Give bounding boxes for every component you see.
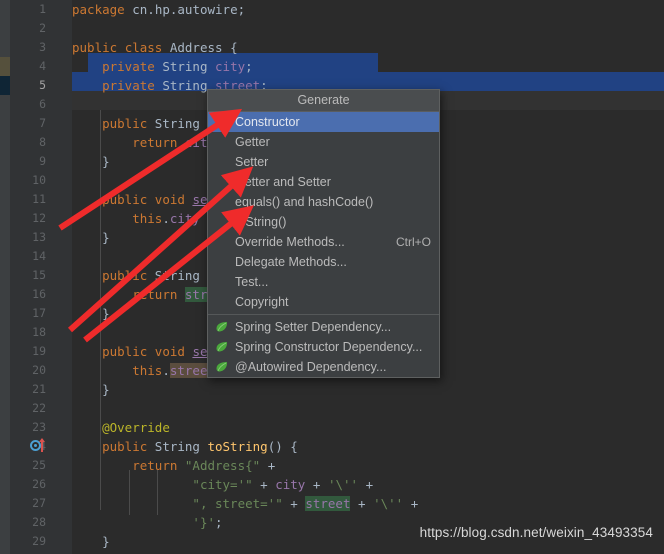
menu-item-label: equals() and hashCode() (235, 195, 374, 209)
line-number-27: 27 (32, 496, 46, 510)
menu-item-label: Constructor (235, 115, 300, 129)
menu-item-spring-constructor-dependency[interactable]: Spring Constructor Dependency... (208, 337, 439, 357)
code-line-8[interactable]: return city; (72, 133, 222, 152)
code-line-24[interactable]: public String toString() { (72, 437, 298, 456)
line-number-21: 21 (32, 382, 46, 396)
line-number-23: 23 (32, 420, 46, 434)
menu-item-setter[interactable]: Setter (208, 152, 439, 172)
menu-item-autowired-dependency[interactable]: @Autowired Dependency... (208, 357, 439, 377)
code-line-23[interactable]: @Override (72, 418, 170, 437)
menu-item-constructor[interactable]: Constructor (208, 112, 439, 132)
menu-item-label: Getter and Setter (235, 175, 331, 189)
line-number-12: 12 (32, 211, 46, 225)
menu-item-copyright[interactable]: Copyright (208, 292, 439, 312)
menu-item-label: toString() (235, 215, 287, 229)
line-number-16: 16 (32, 287, 46, 301)
menu-item-label: Getter (235, 135, 270, 149)
menu-item-getter-and-setter[interactable]: Getter and Setter (208, 172, 439, 192)
code-line-4[interactable]: private String city; (72, 57, 253, 76)
line-number-22: 22 (32, 401, 46, 415)
code-line-1[interactable]: package cn.hp.autowire; (72, 0, 245, 19)
line-number-26: 26 (32, 477, 46, 491)
line-number-9: 9 (39, 154, 46, 168)
code-line-25[interactable]: return "Address{" + (72, 456, 275, 475)
menu-item-spring-setter-dependency[interactable]: Spring Setter Dependency... (208, 317, 439, 337)
menu-item-label: Test... (235, 275, 269, 289)
code-line-9[interactable]: } (72, 152, 110, 171)
line-number-6: 6 (39, 97, 46, 111)
menu-item-label: Override Methods... (235, 235, 345, 249)
popup-title: Generate (208, 90, 439, 112)
menu-item-shortcut: Ctrl+O (395, 235, 431, 249)
menu-separator (208, 314, 439, 315)
code-line-27[interactable]: ", street='" + street + '\'' + (72, 494, 418, 513)
line-number-18: 18 (32, 325, 46, 339)
menu-item-test[interactable]: Test... (208, 272, 439, 292)
line-number-7: 7 (39, 116, 46, 130)
code-line-26[interactable]: "city='" + city + '\'' + (72, 475, 373, 494)
line-number-1: 1 (39, 2, 46, 16)
line-number-14: 14 (32, 249, 46, 263)
watermark-url: https://blog.csdn.net/weixin_43493354 (419, 525, 653, 540)
line-number-17: 17 (32, 306, 46, 320)
spring-leaf-icon (216, 362, 228, 372)
menu-item-label: Delegate Methods... (235, 255, 347, 269)
line-number-4: 4 (39, 59, 46, 73)
generate-popup[interactable]: Generate Constructor Getter Setter Getter a… (207, 89, 440, 378)
menu-item-override-methods[interactable]: Override Methods... Ctrl+O (208, 232, 439, 252)
line-number-28: 28 (32, 515, 46, 529)
line-number-2: 2 (39, 21, 46, 35)
gutter-marker-line-4 (0, 57, 10, 76)
menu-item-label: Spring Setter Dependency... (235, 320, 392, 334)
code-line-3[interactable]: public class Address { (72, 38, 238, 57)
menu-item-label: @Autowired Dependency... (235, 360, 387, 374)
code-line-13[interactable]: } (72, 228, 110, 247)
line-number-11: 11 (32, 192, 46, 206)
line-number-19: 19 (32, 344, 46, 358)
code-line-17[interactable]: } (72, 304, 110, 323)
line-number-gutter[interactable]: 1234567891011121314151617181920212223242… (10, 0, 83, 554)
spring-leaf-icon (216, 342, 228, 352)
menu-item-label: Setter (235, 155, 269, 169)
line-number-8: 8 (39, 135, 46, 149)
menu-item-tostring[interactable]: toString() (208, 212, 439, 232)
line-number-15: 15 (32, 268, 46, 282)
generate-menu-list[interactable]: Constructor Getter Setter Getter and Setter… (208, 112, 439, 377)
line-number-20: 20 (32, 363, 46, 377)
menu-item-label: Spring Constructor Dependency... (235, 340, 423, 354)
gutter-marker-strip (0, 0, 10, 554)
menu-item-label: Copyright (235, 295, 289, 309)
line-number-29: 29 (32, 534, 46, 548)
menu-item-equals-and-hashcode[interactable]: equals() and hashCode() (208, 192, 439, 212)
code-line-21[interactable]: } (72, 380, 110, 399)
line-number-25: 25 (32, 458, 46, 472)
menu-item-getter[interactable]: Getter (208, 132, 439, 152)
line-number-10: 10 (32, 173, 46, 187)
line-number-13: 13 (32, 230, 46, 244)
spring-leaf-icon (216, 322, 228, 332)
line-number-5: 5 (39, 78, 46, 92)
code-line-28[interactable]: '}'; (72, 513, 222, 532)
idea-editor-window: 1234567891011121314151617181920212223242… (0, 0, 664, 554)
menu-item-delegate-methods[interactable]: Delegate Methods... (208, 252, 439, 272)
code-line-29[interactable]: } (72, 532, 110, 551)
gutter-marker-line-5 (0, 76, 10, 95)
override-method-marker-icon[interactable] (30, 438, 45, 453)
line-number-3: 3 (39, 40, 46, 54)
